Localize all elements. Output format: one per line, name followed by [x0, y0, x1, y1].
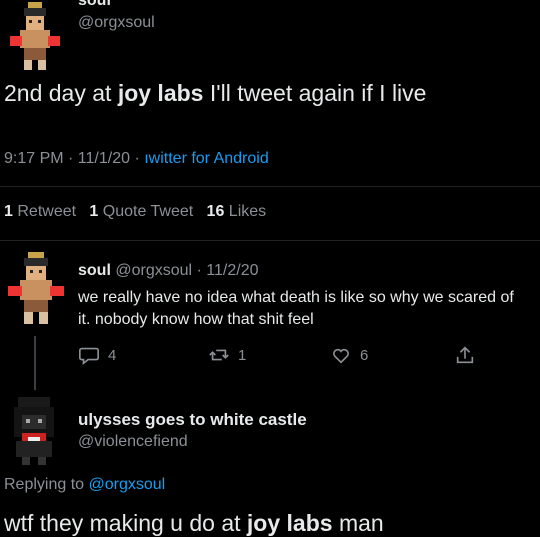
reply-2-handle[interactable]: @violencefiend: [78, 433, 188, 451]
reply-2-text-bold: joy labs: [246, 510, 333, 536]
retweet-count: 1: [238, 346, 247, 364]
heart-icon: [333, 348, 349, 364]
reply-1-handle[interactable]: @orgxsoul: [115, 262, 192, 279]
main-tweet-meta: 9:17 PM · 11/1/20 · ıwitter for Android: [4, 150, 269, 168]
divider-2: [0, 240, 540, 241]
main-tweet-text-before: 2nd day at: [4, 80, 118, 106]
avatar-main[interactable]: [6, 0, 64, 80]
thread-line: [34, 336, 36, 390]
likes-count: 16: [206, 203, 225, 220]
reply-2-display-name[interactable]: ulysses goes to white castle: [78, 410, 307, 430]
replying-to: Replying to @orgxsoul: [4, 476, 165, 494]
likes-label: Likes: [228, 203, 267, 220]
pixel-character-avatar-icon: [8, 252, 64, 324]
quotes-stat[interactable]: 1 Quote Tweet: [89, 203, 197, 220]
main-handle[interactable]: @orgxsoul: [78, 14, 155, 32]
reply-2-text-after: man: [332, 510, 384, 536]
likes-stat[interactable]: 16 Likes: [207, 203, 267, 220]
reply-action[interactable]: 4: [78, 344, 116, 366]
pixel-character-avatar-icon: [10, 2, 60, 70]
main-tweet-text: 2nd day at joy labs I'll tweet again if …: [4, 80, 426, 107]
reply-1-text: we really have no idea what death is lik…: [78, 289, 514, 328]
quotes-label: Quote Tweet: [102, 203, 194, 220]
stats-row: 1 Retweet 1 Quote Tweet 16 Likes: [4, 203, 266, 221]
replying-to-prefix: Replying to: [4, 476, 89, 493]
retweet-arrows-icon: [209, 349, 229, 361]
reply-1-display-name[interactable]: soul: [78, 262, 111, 279]
reply-1-header: soul @orgxsoul · 11/2/20: [78, 262, 258, 280]
like-action[interactable]: 6: [330, 344, 368, 366]
replying-to-handle[interactable]: @orgxsoul: [89, 476, 166, 493]
speech-bubble-icon: [79, 347, 99, 365]
main-tweet-text-bold: joy labs: [117, 80, 204, 106]
reply-count: 4: [108, 346, 117, 364]
reply-1-date[interactable]: · 11/2/20: [197, 262, 259, 279]
main-tweet-text-after: I'll tweet again if I live: [203, 80, 427, 106]
divider-1: [0, 186, 540, 187]
retweets-count: 1: [4, 203, 13, 220]
retweets-stat[interactable]: 1 Retweet: [4, 203, 81, 220]
retweet-action[interactable]: 1: [208, 344, 246, 366]
retweets-label: Retweet: [17, 203, 77, 220]
reply-2-text: wtf they making u do at joy labs man: [4, 510, 384, 537]
quotes-count: 1: [89, 203, 99, 220]
avatar-reply-1[interactable]: [6, 248, 66, 332]
share-action[interactable]: [454, 344, 476, 366]
like-count: 6: [360, 346, 369, 364]
main-timestamp[interactable]: 9:17 PM · 11/1/20 ·: [4, 150, 144, 167]
main-display-name[interactable]: soul: [78, 0, 111, 10]
share-upload-icon: [456, 346, 474, 364]
avatar-reply-2[interactable]: [6, 393, 62, 467]
reply-2-text-before: wtf they making u do at: [4, 510, 247, 536]
pixel-character-avatar-icon: [14, 397, 54, 465]
client-link[interactable]: ıwitter for Android: [144, 150, 269, 167]
